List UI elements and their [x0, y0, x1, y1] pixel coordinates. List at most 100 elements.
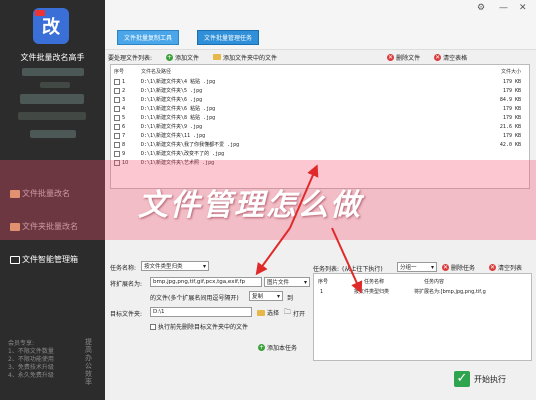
clear-before-run-checkbox[interactable] [150, 323, 156, 330]
choose-label: 选择 [267, 310, 280, 317]
minimize-icon[interactable]: — [499, 3, 508, 13]
start-run-label: 开始执行 [474, 374, 506, 384]
top-toolbar: 文件批量复制工具 文件批量管理任务 ⚙ — ✕ [105, 0, 536, 50]
group-select[interactable]: 分组一 [397, 262, 437, 272]
group-value: 分组一 [400, 265, 417, 271]
row-checkbox[interactable] [114, 150, 120, 157]
tab-manage-task[interactable]: 文件批量管理任务 [197, 30, 260, 45]
row-size: 179 KB [502, 78, 521, 85]
row-no: 5 [122, 114, 126, 121]
task-order-label: (从上往下执行) [342, 266, 383, 273]
delete-task-label: 删除任务 [451, 265, 476, 272]
row-size: 42.0 KB [499, 141, 521, 148]
blurred-info [30, 130, 76, 138]
choose-button[interactable]: 选择 [257, 308, 279, 317]
category-value: 图片文件 [267, 280, 290, 286]
delete-file-button[interactable]: ✕ 删除文件 [387, 53, 420, 62]
row-checkbox[interactable] [114, 96, 120, 103]
sidebar-item-smart-manager[interactable]: 文件智能管理箱 [10, 254, 78, 265]
row-checkbox[interactable] [114, 105, 120, 112]
row-no: 2 [122, 87, 126, 94]
check-icon: ✓ [454, 371, 470, 387]
start-run-button[interactable]: ✓ 开始执行 [454, 368, 526, 390]
table-row[interactable]: 3 D:\1\新建文件夹\6 .jpg 84.9 KB [111, 95, 529, 104]
upgrade-text[interactable]: 提高办公效率 [85, 338, 94, 386]
task-name-label: 任务名称: [110, 265, 137, 272]
category-select[interactable]: 图片文件 [264, 277, 310, 287]
clear-table-button[interactable]: ✕ 清空表格 [434, 53, 467, 62]
file-list-header: 要处理文件列表: + 添加文件 添加文件夹中的文件 ✕ 删除文件 ✕ 清空表格 [108, 50, 533, 64]
member-line: 2、不限功能使用 [8, 356, 54, 363]
table-row[interactable]: 7 D:\1\新建文件夹\11 .jpg 179 KB [111, 131, 529, 140]
delete-file-label: 删除文件 [396, 54, 421, 62]
task-table[interactable]: 序号 任务名称 任务内容 1 按文件类型归类 将扩展名为:[bmp,jpg,pn… [313, 273, 532, 361]
plus-icon: + [166, 53, 174, 61]
ext-input[interactable]: bmp,jpg,png,tif,gif,pcx,tga,exif,fp [150, 277, 262, 287]
close-icon[interactable]: ✕ [519, 3, 527, 13]
logo-badge [35, 10, 45, 16]
add-task-button[interactable]: + 添加本任务 [258, 343, 297, 352]
row-no: 1 [122, 78, 126, 85]
clear-before-run-label: 执行前先删除目标文件夹中的文件 [158, 324, 249, 331]
member-benefits: 会员专享: 1、不限文件数量 2、不限功能使用 3、免费技术升级 4、永久免费升… [8, 340, 54, 380]
table-row[interactable]: 1 D:\1\新建文件夹\4 粘贴 .jpg 179 KB [111, 77, 529, 86]
row-path: D:\1\新建文件夹\11 .jpg [141, 133, 206, 139]
row-checkbox[interactable] [114, 141, 120, 148]
row-path: D:\1\新建文件夹\9 .jpg [141, 124, 203, 130]
ext-value: bmp,jpg,png,tif,gif,pcx,tga,exif,fp [153, 279, 246, 285]
row-checkbox[interactable] [114, 132, 120, 139]
logo-char: 改 [42, 17, 60, 38]
remove-icon: ✕ [434, 53, 442, 61]
task-no: 1 [320, 288, 324, 295]
task-content: 将扩展名为:[bmp,jpg,png,tif,g [414, 289, 486, 295]
row-path: D:\1\新建文件夹\5 .jpg [141, 88, 203, 94]
file-list-label: 要处理文件列表: [108, 54, 153, 62]
col-size: 文件大小 [500, 69, 521, 75]
task-row[interactable]: 1 按文件类型归类 将扩展名为:[bmp,jpg,png,tif,g [314, 287, 536, 296]
tab-copy-tool[interactable]: 文件批量复制工具 [117, 30, 180, 45]
task-name-select[interactable]: 按文件类型归类 [141, 261, 209, 271]
settings-icon[interactable]: ⚙ [477, 3, 485, 13]
folder-icon [213, 54, 222, 60]
add-task-label: 添加本任务 [267, 345, 298, 352]
col-name: 任务名称 [364, 279, 385, 285]
col-path: 文件名及路径 [141, 69, 172, 75]
plus-icon: + [258, 344, 265, 351]
target-folder-input[interactable]: D:\1 [150, 307, 252, 317]
operation-select[interactable]: 复制 [249, 291, 283, 301]
add-file-label: 添加文件 [175, 54, 200, 62]
row-no: 4 [122, 105, 126, 112]
add-folder-button[interactable]: 添加文件夹中的文件 [213, 53, 277, 62]
clear-before-run-option[interactable]: 执行前先删除目标文件夹中的文件 [150, 322, 248, 331]
col-no: 序号 [114, 69, 125, 75]
row-checkbox[interactable] [114, 123, 120, 130]
member-line: 3、免费技术升级 [8, 364, 54, 371]
table-row[interactable]: 2 D:\1\新建文件夹\5 .jpg 179 KB [111, 86, 529, 95]
col-no: 序号 [318, 279, 329, 285]
folder-open-icon: 🗀 [284, 308, 291, 316]
add-file-button[interactable]: + 添加文件 [166, 53, 199, 62]
app-logo: 改 [33, 8, 69, 44]
table-row[interactable]: 5 D:\1\新建文件夹\8 粘贴 .jpg 179 KB [111, 113, 529, 122]
blurred-info [22, 68, 84, 76]
row-size: 84.9 KB [499, 96, 521, 103]
row-checkbox[interactable] [114, 114, 120, 121]
row-checkbox[interactable] [114, 87, 120, 94]
member-line: 4、永久免费升级 [8, 372, 54, 379]
table-row[interactable]: 6 D:\1\新建文件夹\9 .jpg 21.6 KB [111, 122, 529, 131]
to-label: 到 [287, 295, 294, 302]
delete-task-button[interactable]: ✕ 删除任务 [442, 263, 475, 272]
clear-list-button[interactable]: ✕ 清空列表 [489, 263, 522, 272]
row-path: D:\1\新建文件夹\6 粘贴 .jpg [141, 106, 216, 112]
row-checkbox[interactable] [114, 78, 120, 85]
table-row[interactable]: 4 D:\1\新建文件夹\6 粘贴 .jpg 179 KB [111, 104, 529, 113]
open-button[interactable]: 🗀 打开 [284, 308, 305, 319]
row-no: 3 [122, 96, 126, 103]
remove-icon: ✕ [387, 53, 395, 61]
row-path: D:\1\新建文件夹\6 .jpg [141, 97, 203, 103]
row-no: 7 [122, 132, 126, 139]
table-row[interactable]: 9 D:\1\新建文件夹\改变不了的 .jpg [111, 149, 529, 158]
table-row[interactable]: 8 D:\1\新建文件夹\我了你我懂都不爱 .jpg 42.0 KB [111, 140, 529, 149]
task-table-header: 序号 任务名称 任务内容 [314, 277, 536, 286]
blurred-info [18, 112, 86, 120]
